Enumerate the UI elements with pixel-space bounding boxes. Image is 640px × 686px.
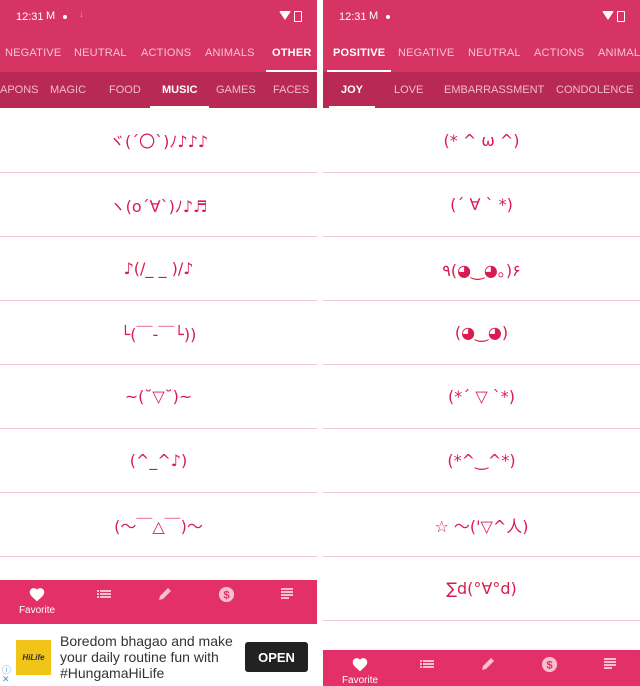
nav-edit[interactable] <box>463 650 513 686</box>
kaomoji-item[interactable]: (^_^♪) <box>0 429 317 493</box>
svg-text:$: $ <box>223 589 230 601</box>
kaomoji-item[interactable]: ♪(/_ _ )/♪ <box>0 237 317 301</box>
category-tabs: NEGATIVE NEUTRAL ACTIONS ANIMALS OTHER <box>0 34 317 72</box>
subtab-weapons[interactable]: APONS <box>0 72 39 108</box>
ad-choices[interactable]: ⓘ ✕ <box>2 666 11 684</box>
subcategory-tabs: APONS MAGIC FOOD MUSIC GAMES FACES <box>0 72 317 108</box>
kaomoji-item[interactable]: ~(˘▽˘)~ <box>0 365 317 429</box>
ad-open-button[interactable]: OPEN <box>245 642 308 672</box>
text-lines-icon <box>279 586 295 604</box>
status-time: 12:31 <box>339 11 367 23</box>
heart-icon <box>28 586 46 604</box>
nav-donate[interactable]: $ <box>201 580 251 624</box>
nav-text[interactable] <box>585 650 635 686</box>
tab-animals[interactable]: ANIMALS <box>205 34 255 72</box>
kaomoji-item[interactable]: ☆ ～('▽^人) <box>323 493 640 557</box>
list-icon <box>96 586 112 604</box>
kaomoji-item[interactable]: ヾ(´〇`)ﾉ♪♪♪ <box>0 108 317 173</box>
tab-negative[interactable]: NEGATIVE <box>5 34 61 72</box>
battery-icon <box>617 11 625 22</box>
nav-edit[interactable] <box>140 580 190 624</box>
left-screen: 12:31 M ↓ NEGATIVE NEUTRAL ACTIONS ANIMA… <box>0 0 317 686</box>
list-icon <box>419 656 435 674</box>
tab-animals[interactable]: ANIMALS <box>598 34 640 72</box>
kaomoji-item[interactable]: (´ ∀ ` *) <box>323 173 640 237</box>
tab-neutral[interactable]: NEUTRAL <box>468 34 521 72</box>
tab-negative[interactable]: NEGATIVE <box>398 34 454 72</box>
subtab-love[interactable]: LOVE <box>394 72 423 108</box>
pencil-icon <box>157 586 173 604</box>
subtab-magic[interactable]: MAGIC <box>50 72 86 108</box>
kaomoji-list: (* ^ ω ^) (´ ∀ ` *) ٩(◕‿◕｡)۶ (◕‿◕) (*´ ▽… <box>323 108 640 621</box>
close-icon[interactable]: ✕ <box>2 675 11 684</box>
text-lines-icon <box>602 656 618 674</box>
notification-dot-icon <box>63 15 67 19</box>
status-bar: 12:31 M <box>323 0 640 34</box>
nav-favorite-label: Favorite <box>341 675 379 686</box>
pencil-icon <box>480 656 496 674</box>
subtab-food[interactable]: FOOD <box>109 72 141 108</box>
kaomoji-item[interactable]: ٩(◕‿◕｡)۶ <box>323 237 640 301</box>
subtab-embarrassment[interactable]: EMBARRASSMENT <box>444 72 544 108</box>
tab-neutral[interactable]: NEUTRAL <box>74 34 127 72</box>
kaomoji-list: ヾ(´〇`)ﾉ♪♪♪ ヽ(o´∀`)ﾉ♪♬ ♪(/_ _ )/♪ └(￣-￣└)… <box>0 108 317 557</box>
kaomoji-item[interactable]: (〜￣△￣)〜 <box>0 493 317 557</box>
notification-dot-icon <box>386 15 390 19</box>
status-time: 12:31 <box>16 11 44 23</box>
battery-icon <box>294 11 302 22</box>
bottom-navigation: Favorite $ <box>323 650 640 686</box>
kaomoji-item[interactable]: (◕‿◕) <box>323 301 640 365</box>
kaomoji-item[interactable]: (*^‿^*) <box>323 429 640 493</box>
dollar-icon: $ <box>541 656 558 674</box>
nav-text[interactable] <box>262 580 312 624</box>
bottom-navigation: Favorite $ <box>0 580 317 624</box>
ad-logo: HiLife <box>16 640 51 675</box>
right-screen: 12:31 M POSITIVE NEGATIVE NEUTRAL ACTION… <box>323 0 640 686</box>
svg-text:$: $ <box>546 659 553 671</box>
kaomoji-item[interactable]: (* ^ ω ^) <box>323 108 640 173</box>
subtab-condolence[interactable]: CONDOLENCE <box>556 72 634 108</box>
ad-banner[interactable]: HiLife Boredom bhagao and make your dail… <box>0 624 317 686</box>
subtab-faces[interactable]: FACES <box>273 72 309 108</box>
dollar-icon: $ <box>218 586 235 604</box>
wifi-icon <box>279 11 291 20</box>
heart-icon <box>351 656 369 674</box>
kaomoji-item[interactable]: ∑d(°∀°d) <box>323 557 640 621</box>
status-bar: 12:31 M ↓ <box>0 0 317 34</box>
kaomoji-item[interactable]: └(￣-￣└)) <box>0 301 317 365</box>
nav-donate[interactable]: $ <box>524 650 574 686</box>
tab-positive[interactable]: POSITIVE <box>326 34 392 72</box>
subtab-games[interactable]: GAMES <box>216 72 256 108</box>
gmail-icon: M <box>369 10 379 22</box>
nav-favorite-label: Favorite <box>18 605 56 616</box>
nav-list[interactable] <box>402 650 452 686</box>
kaomoji-item[interactable]: (*´ ▽ `*) <box>323 365 640 429</box>
kaomoji-item[interactable]: ヽ(o´∀`)ﾉ♪♬ <box>0 173 317 237</box>
gmail-icon: M <box>46 10 56 22</box>
subtab-music[interactable]: MUSIC <box>149 72 211 108</box>
nav-favorite[interactable]: Favorite <box>335 650 385 686</box>
nav-list[interactable] <box>79 580 129 624</box>
subtab-joy[interactable]: JOY <box>328 72 376 108</box>
category-tabs: POSITIVE NEGATIVE NEUTRAL ACTIONS ANIMAL… <box>323 34 640 72</box>
tab-actions[interactable]: ACTIONS <box>141 34 191 72</box>
download-icon: ↓ <box>79 9 84 20</box>
wifi-icon <box>602 11 614 20</box>
tab-actions[interactable]: ACTIONS <box>534 34 584 72</box>
ad-text: Boredom bhagao and make your daily routi… <box>60 633 233 681</box>
nav-favorite[interactable]: Favorite <box>12 580 62 624</box>
tab-other[interactable]: OTHER <box>266 34 317 72</box>
subcategory-tabs: JOY LOVE EMBARRASSMENT CONDOLENCE <box>323 72 640 108</box>
